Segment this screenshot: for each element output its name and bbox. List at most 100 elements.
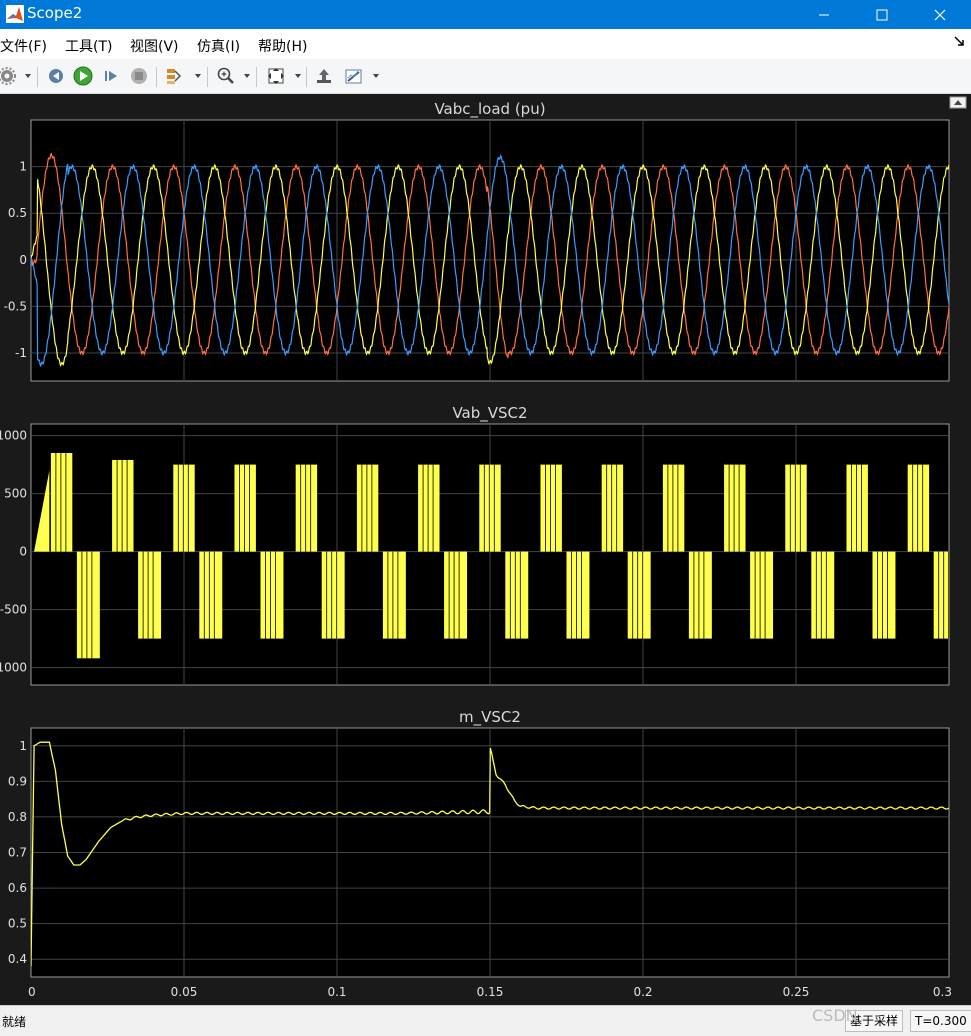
chevron-down-icon[interactable]: [373, 74, 379, 78]
y-tick-label: 1000: [0, 429, 27, 443]
chevron-down-icon[interactable]: [244, 74, 250, 78]
menu-help[interactable]: 帮助(H): [258, 36, 307, 56]
menu-view[interactable]: 视图(V): [130, 36, 179, 56]
pulse-negative: [199, 551, 223, 639]
pulse-positive: [724, 464, 746, 552]
scope-figure: 1 0.5 0 -0.5 -1 Vabc_load (pu) 1000 500 0 -500 -10…: [0, 94, 971, 1005]
subplot-1: 1 0.5 0 -0.5 -1 Vabc_load (pu): [4, 100, 950, 382]
y-tick-label: -1000: [0, 661, 27, 675]
title-bar: Scope2: [0, 0, 971, 29]
pulse-positive: [50, 453, 73, 552]
stop-icon[interactable]: [128, 65, 150, 87]
menu-file[interactable]: 文件(F): [0, 36, 47, 56]
toolbar-separator: [37, 67, 38, 87]
y-tick-label: 0: [19, 545, 27, 559]
highlight-icon[interactable]: [164, 65, 186, 87]
subplot-title: m_VSC2: [459, 708, 521, 727]
pulse-positive: [662, 464, 685, 552]
y-tick-label: 1: [19, 739, 27, 753]
pulse-positive: [234, 464, 256, 552]
x-tick-label: 0.05: [171, 985, 198, 999]
autoscale-icon[interactable]: [265, 65, 287, 87]
close-button[interactable]: [911, 0, 969, 29]
toolbar: [0, 59, 971, 94]
y-tick-label: 0.9: [8, 774, 27, 788]
subplot-3: 1 0.9 0.8 0.7 0.6 0.5 0.4 m_VSC2 0 0.05 0.1 0.15 0.2…: [8, 708, 952, 999]
pulse-negative: [505, 551, 529, 639]
minimize-button[interactable]: [795, 0, 853, 29]
gear-icon[interactable]: [0, 65, 18, 87]
pulse-negative: [321, 551, 345, 639]
menu-simulation[interactable]: 仿真(I): [197, 36, 240, 56]
measure-icon[interactable]: [343, 65, 365, 87]
y-tick-label: -1: [15, 346, 27, 360]
x-tick-label: 0.2: [633, 985, 652, 999]
y-tick-label: -0.5: [4, 299, 27, 313]
scope-plots: 1 0.5 0 -0.5 -1 Vabc_load (pu) 1000 500 0 -500 -10…: [0, 94, 971, 1005]
toolbar-separator: [306, 67, 307, 87]
y-tick-label: 0.5: [8, 206, 27, 220]
pulse-positive: [846, 464, 868, 552]
x-tick-label: 0.3: [933, 985, 952, 999]
pulse-negative: [933, 551, 949, 639]
step-forward-icon[interactable]: [100, 65, 122, 87]
pulse-positive: [479, 464, 501, 552]
step-back-icon[interactable]: [45, 65, 67, 87]
subplot-title: Vab_VSC2: [452, 404, 527, 423]
toolbar-separator: [207, 67, 208, 87]
y-tick-label: 0.6: [8, 881, 27, 895]
pulse-negative: [811, 551, 835, 639]
menu-tools[interactable]: 工具(T): [65, 36, 112, 56]
pulse-positive: [907, 464, 930, 552]
pulse-negative: [76, 551, 100, 659]
y-tick-label: 500: [4, 487, 27, 501]
chevron-down-icon[interactable]: [295, 74, 301, 78]
y-tick-label: 0.7: [8, 846, 27, 860]
pulse-negative: [138, 551, 162, 639]
y-tick-label: 0.4: [8, 952, 27, 966]
pulse-negative: [688, 551, 712, 639]
pulse-positive: [295, 464, 318, 552]
pulse-negative: [444, 551, 468, 639]
pulse-positive: [601, 464, 624, 552]
x-tick-label: 0.15: [477, 985, 504, 999]
pulse-negative: [566, 551, 590, 639]
x-tick-label: 0: [28, 985, 36, 999]
sim-time: T=0.300: [910, 1010, 971, 1032]
x-tick-label: 0.25: [783, 985, 810, 999]
toolbar-separator: [256, 67, 257, 87]
dock-icon[interactable]: [949, 96, 967, 109]
subplot-2: 1000 500 0 -500 -1000 Vab_VSC2: [0, 404, 950, 686]
status-ready: 就绪: [2, 1015, 27, 1029]
pulse-positive: [173, 464, 195, 552]
y-tick-label: 0.5: [8, 917, 27, 931]
subplot-title: Vabc_load (pu): [434, 100, 545, 119]
toolbar-separator: [156, 67, 157, 87]
y-tick-label: 0.8: [8, 810, 27, 824]
pulse-negative: [750, 551, 774, 639]
pulse-positive: [356, 464, 379, 552]
menu-bar: 文件(F) 工具(T) 视图(V) 仿真(I) 帮助(H): [0, 29, 971, 59]
pulse-negative: [260, 551, 284, 639]
pulse-positive: [112, 459, 134, 552]
pulse-negative: [627, 551, 651, 639]
y-tick-label: 1: [19, 160, 27, 174]
pulse-positive: [418, 464, 440, 552]
run-icon[interactable]: [72, 65, 94, 87]
matlab-logo-icon: [6, 5, 24, 23]
chevron-down-icon[interactable]: [25, 74, 31, 78]
zoom-icon[interactable]: [215, 65, 237, 87]
maximize-button[interactable]: [853, 0, 911, 29]
pulse-negative: [872, 551, 896, 639]
pulse-positive: [785, 464, 807, 552]
restore-icon[interactable]: [313, 65, 335, 87]
pulse-negative: [382, 551, 406, 639]
watermark: CSDN: [812, 1006, 858, 1025]
x-tick-label: 0.1: [327, 985, 346, 999]
undock-icon[interactable]: [953, 35, 965, 51]
chevron-down-icon[interactable]: [195, 74, 201, 78]
pulse-positive: [540, 464, 562, 552]
y-tick-label: -500: [0, 603, 27, 617]
y-tick-label: 0: [19, 253, 27, 267]
window-title: Scope2: [27, 4, 83, 22]
